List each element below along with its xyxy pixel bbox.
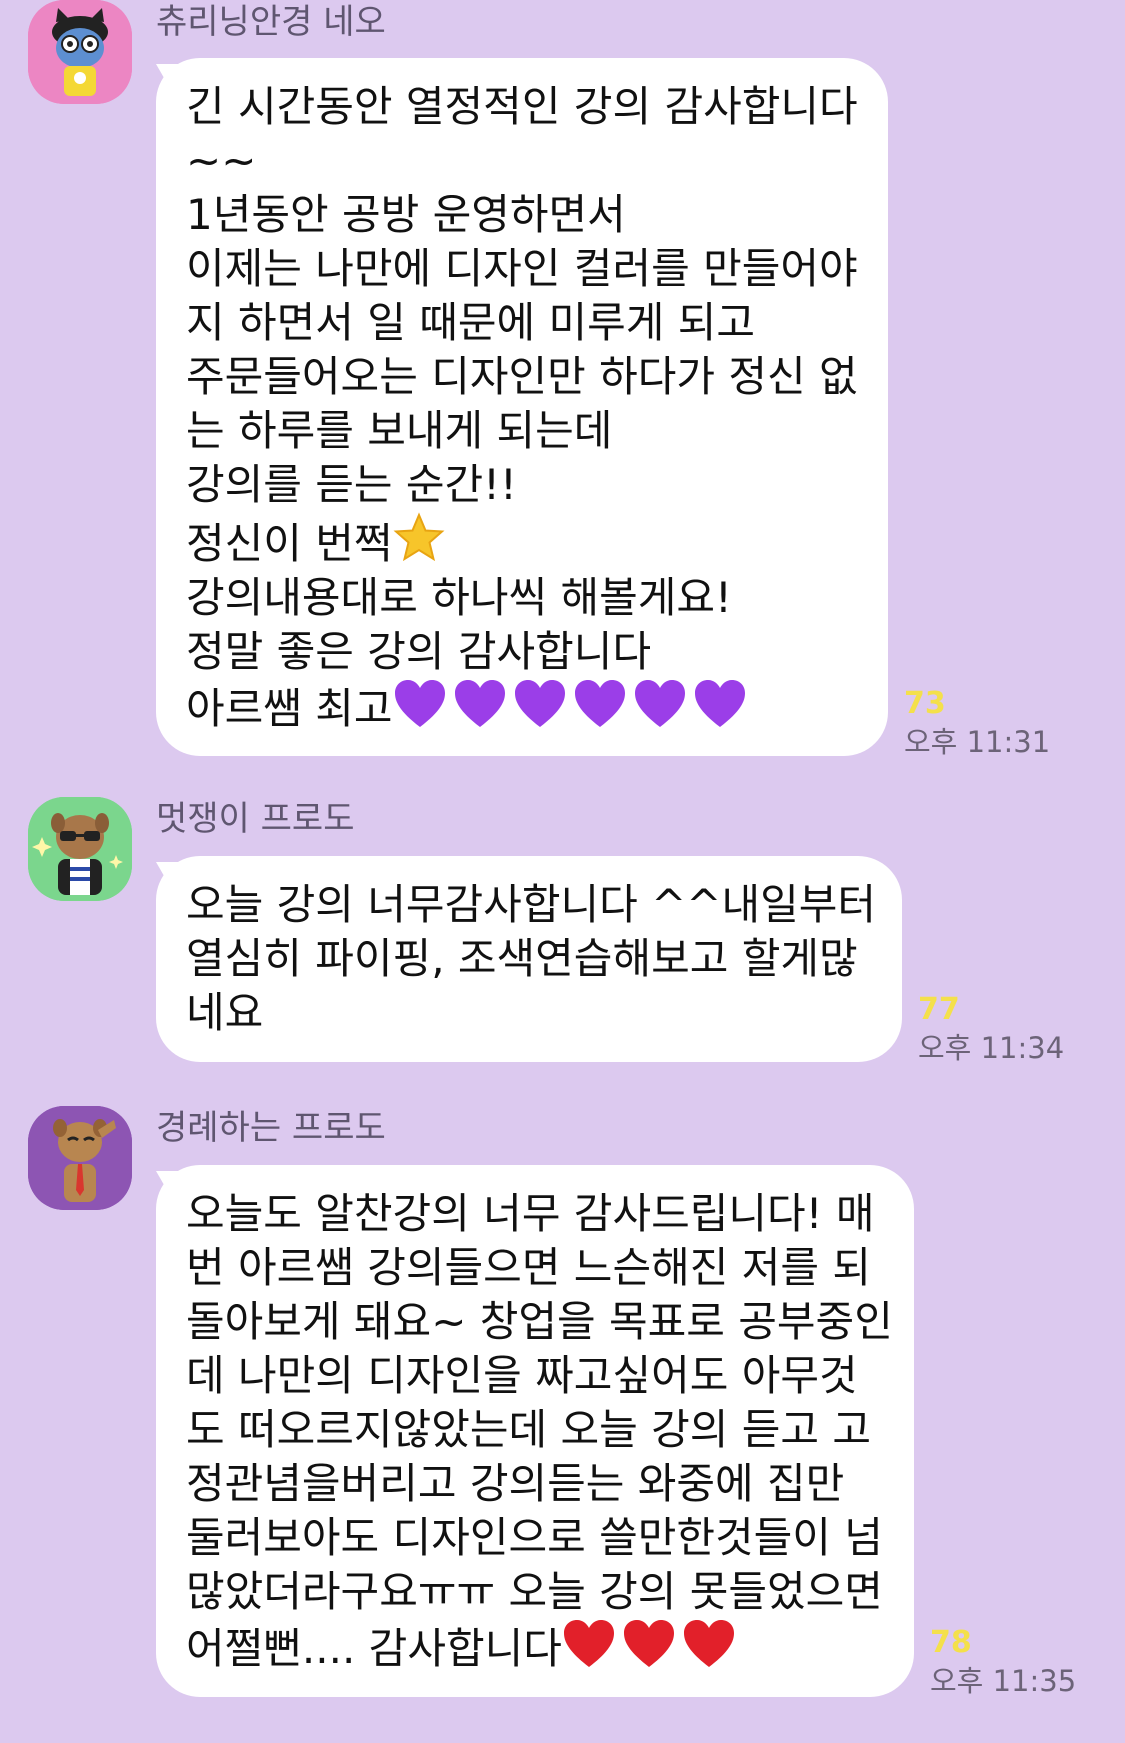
- unread-count: 73: [904, 686, 946, 721]
- message-meta: 73 오후 11:31: [904, 686, 1050, 762]
- bubble-tail: [142, 1171, 182, 1211]
- message-line: 강의내용대로 하나씩 해볼게요!: [186, 573, 732, 622]
- bubble-tail: [142, 64, 182, 104]
- timestamp: 오후 11:35: [930, 1664, 1077, 1698]
- message-line: 이제는 나만에 디자인 컬러를 만들어야: [186, 244, 858, 293]
- message-line: 정관념을버리고 강의듣는 와중에 집만: [186, 1459, 845, 1508]
- message-meta: 77 오후 11:34: [918, 992, 1064, 1068]
- purple-heart-emoji: [573, 679, 627, 729]
- message-text: 정신이 번쩍: [186, 519, 393, 568]
- message-line: 오늘 강의 너무감사합니다 ^^내일부터: [186, 880, 877, 929]
- message-bubble[interactable]: 긴 시간동안 열정적인 강의 감사합니다 ~~ 1년동안 공방 운영하면서 이제…: [156, 58, 888, 756]
- message-line: 돌아보게 돼요~ 창업을 목표로 공부중인: [186, 1297, 893, 1346]
- message-line: 도 떠오르지않았는데 오늘 강의 듣고 고: [186, 1405, 871, 1454]
- message-line: ~~: [186, 136, 257, 185]
- message-line: 많았더라구요ㅠㅠ 오늘 강의 못들었으면: [186, 1567, 883, 1616]
- message-line: 열심히 파이핑, 조색연습해보고 할게많: [186, 934, 858, 983]
- message-line: 주문들어오는 디자인만 하다가 정신 없: [186, 352, 858, 401]
- neo-avatar-icon[interactable]: [28, 0, 132, 104]
- red-heart-emoji: [622, 1619, 676, 1669]
- unread-count: 77: [918, 992, 960, 1027]
- red-heart-emoji: [562, 1619, 616, 1669]
- message-line: 긴 시간동안 열정적인 강의 감사합니다: [186, 82, 858, 131]
- message-line: 는 하루를 보내게 되는데: [186, 406, 613, 455]
- timestamp: 오후 11:34: [918, 1031, 1065, 1065]
- message-line-with-emoji: 어쩔뻔.... 감사합니다: [186, 1619, 880, 1676]
- message-line: 강의를 듣는 순간!!: [186, 460, 517, 509]
- message-line-with-emoji: 정신이 번쩍: [186, 512, 854, 571]
- sender-name: 경례하는 프로도: [156, 1108, 386, 1148]
- sender-name: 츄리닝안경 네오: [156, 2, 386, 42]
- purple-heart-emoji: [393, 679, 447, 729]
- purple-heart-emoji: [513, 679, 567, 729]
- message-line: 지 하면서 일 때문에 미루게 되고: [186, 298, 756, 347]
- message-line: 오늘도 알찬강의 너무 감사드립니다! 매: [186, 1189, 875, 1238]
- purple-heart-emoji: [633, 679, 687, 729]
- message-line: 1년동안 공방 운영하면서: [186, 190, 626, 239]
- message-meta: 78 오후 11:35: [930, 1625, 1076, 1701]
- bubble-tail: [142, 862, 182, 902]
- purple-heart-emoji: [453, 679, 507, 729]
- message-line: 둘러보아도 디자인으로 쓸만한것들이 넘: [186, 1513, 883, 1562]
- red-heart-emoji: [682, 1619, 736, 1669]
- purple-heart-emoji: [693, 679, 747, 729]
- message-line: 네요: [186, 988, 264, 1037]
- message-line: 데 나만의 디자인을 짜고싶어도 아무것: [186, 1351, 858, 1400]
- frodo-cool-avatar-icon[interactable]: [28, 797, 132, 901]
- unread-count: 78: [930, 1625, 972, 1660]
- message-bubble[interactable]: 오늘도 알찬강의 너무 감사드립니다! 매 번 아르쌤 강의들으면 느슨해진 저…: [156, 1165, 914, 1697]
- message-line: 번 아르쌤 강의들으면 느슨해진 저를 되: [186, 1243, 871, 1292]
- sender-name: 멋쟁이 프로도: [156, 799, 355, 839]
- message-text: 어쩔뻔.... 감사합니다: [186, 1624, 562, 1673]
- message-bubble[interactable]: 오늘 강의 너무감사합니다 ^^내일부터 열심히 파이핑, 조색연습해보고 할게…: [156, 856, 902, 1062]
- message-text: 아르쌤 최고: [186, 684, 393, 733]
- message-line-with-emoji: 아르쌤 최고: [186, 679, 854, 736]
- star-emoji: [393, 512, 445, 564]
- message-line: 정말 좋은 강의 감사합니다: [186, 627, 652, 676]
- timestamp: 오후 11:31: [904, 725, 1051, 759]
- frodo-salute-avatar-icon[interactable]: [28, 1106, 132, 1210]
